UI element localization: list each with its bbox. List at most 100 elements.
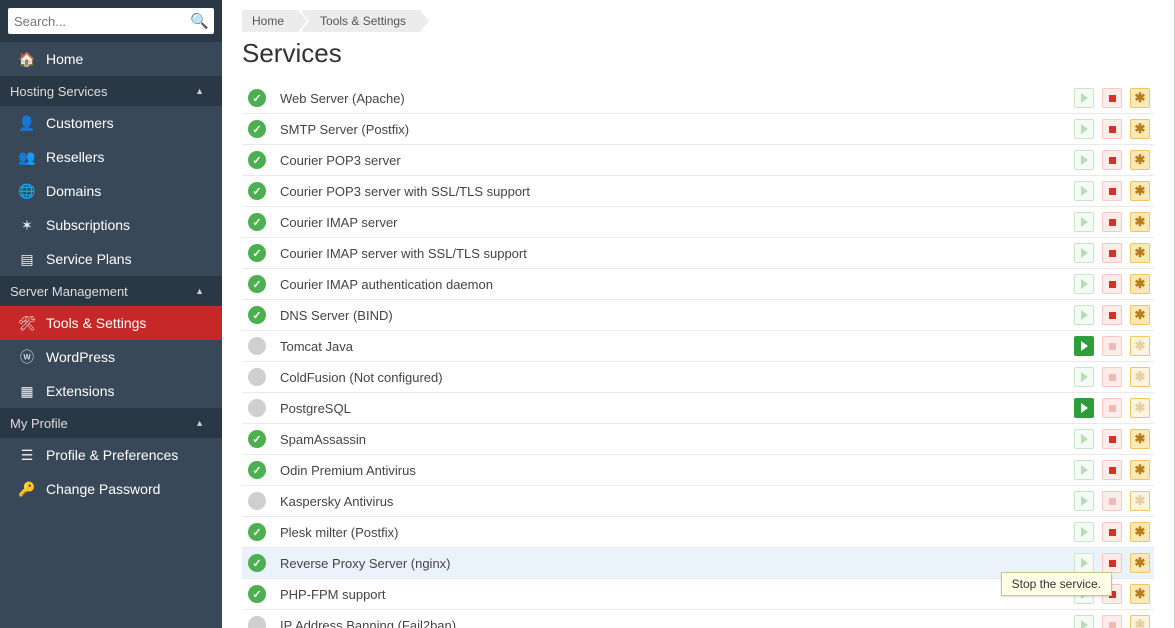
status-running-icon: ✓ xyxy=(248,151,266,169)
restart-button[interactable]: ✱ xyxy=(1130,460,1150,480)
nav-section[interactable]: Server Management▲ xyxy=(0,276,222,306)
service-row[interactable]: ✓Web Server (Apache)✱ xyxy=(242,83,1154,114)
nav-item-icon: ▤ xyxy=(18,251,36,268)
service-row[interactable]: ✓Courier IMAP server✱ xyxy=(242,207,1154,238)
stop-icon xyxy=(1109,126,1116,133)
home-icon: 🏠 xyxy=(18,51,36,68)
stop-icon xyxy=(1109,405,1116,412)
nav-section-label: Hosting Services xyxy=(10,84,108,99)
service-row[interactable]: ✓PHP-FPM support✱ xyxy=(242,579,1154,610)
service-row[interactable]: IP Address Banning (Fail2ban)✱ xyxy=(242,610,1154,628)
restart-button[interactable]: ✱ xyxy=(1130,88,1150,108)
restart-button[interactable]: ✱ xyxy=(1130,243,1150,263)
stop-button[interactable] xyxy=(1102,150,1122,170)
search-wrap: 🔍 xyxy=(0,0,222,42)
restart-button[interactable]: ✱ xyxy=(1130,212,1150,232)
service-row[interactable]: ✓Reverse Proxy Server (nginx)✱ xyxy=(242,548,1154,579)
stop-button[interactable] xyxy=(1102,243,1122,263)
gear-icon: ✱ xyxy=(1135,493,1146,509)
gear-icon: ✱ xyxy=(1135,431,1146,447)
service-row[interactable]: PostgreSQL✱ xyxy=(242,393,1154,424)
service-row[interactable]: ✓Odin Premium Antivirus✱ xyxy=(242,455,1154,486)
service-row[interactable]: ✓Courier IMAP authentication daemon✱ xyxy=(242,269,1154,300)
service-name: PHP-FPM support xyxy=(280,587,1074,602)
play-icon xyxy=(1081,589,1088,599)
service-row[interactable]: ✓SpamAssassin✱ xyxy=(242,424,1154,455)
caret-up-icon: ▲ xyxy=(195,86,204,96)
status-running-icon: ✓ xyxy=(248,89,266,107)
nav-item[interactable]: 👥Resellers xyxy=(0,140,222,174)
stop-button[interactable] xyxy=(1102,212,1122,232)
nav-item[interactable]: ☰Profile & Preferences xyxy=(0,438,222,472)
nav-item[interactable]: 👤Customers xyxy=(0,106,222,140)
breadcrumb-item[interactable]: Home xyxy=(242,10,298,32)
stop-button[interactable] xyxy=(1102,522,1122,542)
restart-button[interactable]: ✱ xyxy=(1130,522,1150,542)
service-name: IP Address Banning (Fail2ban) xyxy=(280,618,1074,628)
service-row[interactable]: Tomcat Java✱ xyxy=(242,331,1154,362)
stop-button[interactable] xyxy=(1102,274,1122,294)
breadcrumb-item[interactable]: Tools & Settings xyxy=(302,10,420,32)
start-button xyxy=(1074,212,1094,232)
nav-item[interactable]: ⓦWordPress xyxy=(0,340,222,374)
stop-button[interactable] xyxy=(1102,181,1122,201)
nav-item[interactable]: ▤Service Plans xyxy=(0,242,222,276)
nav-item-icon: 👥 xyxy=(18,149,36,166)
nav-item[interactable]: ▦Extensions xyxy=(0,374,222,408)
play-icon xyxy=(1081,558,1088,568)
nav-item[interactable]: 🛠Tools & Settings xyxy=(0,306,222,340)
nav-item-label: Subscriptions xyxy=(46,217,130,233)
gear-icon: ✱ xyxy=(1135,121,1146,137)
status-running-icon: ✓ xyxy=(248,523,266,541)
stop-button[interactable] xyxy=(1102,429,1122,449)
nav-item[interactable]: 🌐Domains xyxy=(0,174,222,208)
play-icon xyxy=(1081,465,1088,475)
nav-item-icon: 🌐 xyxy=(18,183,36,200)
stop-icon xyxy=(1109,281,1116,288)
service-row[interactable]: ✓SMTP Server (Postfix)✱ xyxy=(242,114,1154,145)
restart-button[interactable]: ✱ xyxy=(1130,429,1150,449)
gear-icon: ✱ xyxy=(1135,307,1146,323)
stop-button[interactable] xyxy=(1102,305,1122,325)
service-row[interactable]: ✓Plesk milter (Postfix)✱ xyxy=(242,517,1154,548)
stop-button[interactable] xyxy=(1102,119,1122,139)
search-box[interactable]: 🔍 xyxy=(8,8,214,34)
nav-item[interactable]: 🔑Change Password xyxy=(0,472,222,506)
service-row[interactable]: ✓Courier POP3 server with SSL/TLS suppor… xyxy=(242,176,1154,207)
nav-section[interactable]: My Profile▲ xyxy=(0,408,222,438)
service-row[interactable]: ✓Courier IMAP server with SSL/TLS suppor… xyxy=(242,238,1154,269)
gear-icon: ✱ xyxy=(1135,524,1146,540)
service-row[interactable]: ✓Courier POP3 server✱ xyxy=(242,145,1154,176)
search-icon[interactable]: 🔍 xyxy=(190,12,209,30)
restart-button[interactable]: ✱ xyxy=(1130,274,1150,294)
restart-button[interactable]: ✱ xyxy=(1130,305,1150,325)
nav-item[interactable]: ✶Subscriptions xyxy=(0,208,222,242)
gear-icon: ✱ xyxy=(1135,152,1146,168)
status-running-icon: ✓ xyxy=(248,430,266,448)
start-button[interactable] xyxy=(1074,336,1094,356)
start-button[interactable] xyxy=(1074,615,1094,628)
play-icon xyxy=(1081,93,1088,103)
start-button[interactable] xyxy=(1074,398,1094,418)
service-name: Courier IMAP authentication daemon xyxy=(280,277,1074,292)
nav-section[interactable]: Hosting Services ▲ xyxy=(0,76,222,106)
stop-button[interactable] xyxy=(1102,584,1122,604)
restart-button[interactable]: ✱ xyxy=(1130,119,1150,139)
service-actions: ✱ xyxy=(1074,553,1150,573)
start-button[interactable] xyxy=(1074,491,1094,511)
service-row[interactable]: ✓DNS Server (BIND)✱ xyxy=(242,300,1154,331)
stop-button[interactable] xyxy=(1102,460,1122,480)
restart-button[interactable]: ✱ xyxy=(1130,584,1150,604)
gear-icon: ✱ xyxy=(1135,183,1146,199)
service-name: Courier POP3 server with SSL/TLS support xyxy=(280,184,1074,199)
restart-button[interactable]: ✱ xyxy=(1130,150,1150,170)
search-input[interactable] xyxy=(14,14,190,29)
restart-button[interactable]: ✱ xyxy=(1130,553,1150,573)
service-row[interactable]: ColdFusion (Not configured)✱ xyxy=(242,362,1154,393)
stop-button[interactable] xyxy=(1102,553,1122,573)
start-button[interactable] xyxy=(1074,367,1094,387)
service-row[interactable]: Kaspersky Antivirus✱ xyxy=(242,486,1154,517)
nav-home[interactable]: 🏠 Home xyxy=(0,42,222,76)
restart-button[interactable]: ✱ xyxy=(1130,181,1150,201)
stop-button[interactable] xyxy=(1102,88,1122,108)
